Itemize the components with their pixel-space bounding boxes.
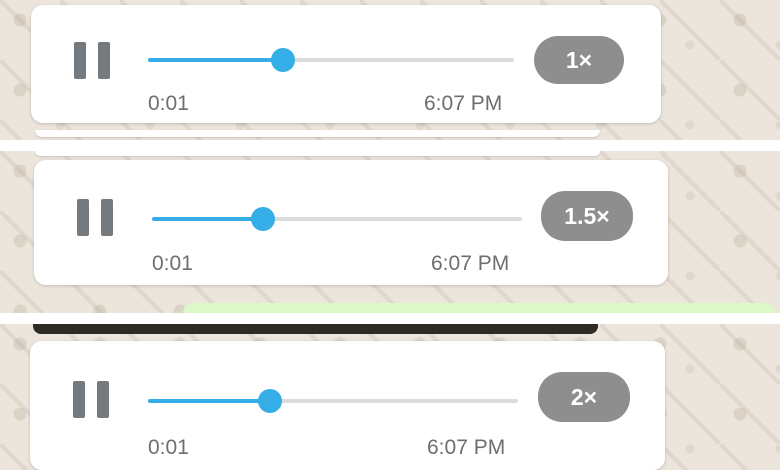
pause-icon (73, 381, 85, 418)
playback-speed-button[interactable]: 1× (534, 36, 624, 84)
message-timestamp: 6:07 PM (424, 92, 503, 115)
previous-message-bubble-edge (35, 151, 600, 156)
playback-speed-button[interactable]: 2× (538, 372, 630, 422)
voice-message-bubble: 0:01 6:07 PM 2× (30, 341, 665, 470)
seek-bar-thumb[interactable] (271, 48, 296, 72)
media-message-bubble-edge (33, 324, 598, 334)
elapsed-time: 0:01 (148, 92, 189, 115)
pause-button[interactable] (73, 381, 109, 418)
chat-panel-1-5x: 0:01 6:07 PM 1.5× (0, 151, 780, 313)
image-divider (0, 140, 780, 151)
elapsed-time: 0:01 (152, 252, 193, 275)
outgoing-message-bubble-edge (183, 303, 775, 313)
image-divider (0, 313, 780, 324)
elapsed-time: 0:01 (148, 436, 189, 459)
seek-bar[interactable] (152, 207, 522, 231)
seek-bar-progress (152, 217, 263, 221)
voice-message-bubble: 0:01 6:07 PM 1.5× (34, 160, 668, 285)
previous-message-bubble-edge (35, 130, 600, 137)
seek-bar-thumb[interactable] (251, 207, 275, 231)
playback-speed-button[interactable]: 1.5× (541, 191, 633, 241)
message-timestamp: 6:07 PM (427, 436, 506, 459)
seek-bar[interactable] (148, 389, 518, 413)
seek-bar[interactable] (148, 48, 514, 72)
pause-icon (77, 199, 89, 236)
chat-panel-1x: 0:01 6:07 PM 1× (0, 0, 780, 140)
seek-bar-progress (148, 399, 271, 403)
chat-panel-2x: 0:01 6:07 PM 2× (0, 324, 780, 470)
pause-button[interactable] (77, 199, 113, 236)
pause-button[interactable] (74, 42, 110, 79)
pause-icon (74, 42, 86, 79)
voice-message-bubble: 0:01 6:07 PM 1× (31, 5, 661, 123)
seek-bar-thumb[interactable] (258, 389, 283, 413)
seek-bar-progress (148, 58, 284, 62)
message-timestamp: 6:07 PM (431, 252, 510, 275)
